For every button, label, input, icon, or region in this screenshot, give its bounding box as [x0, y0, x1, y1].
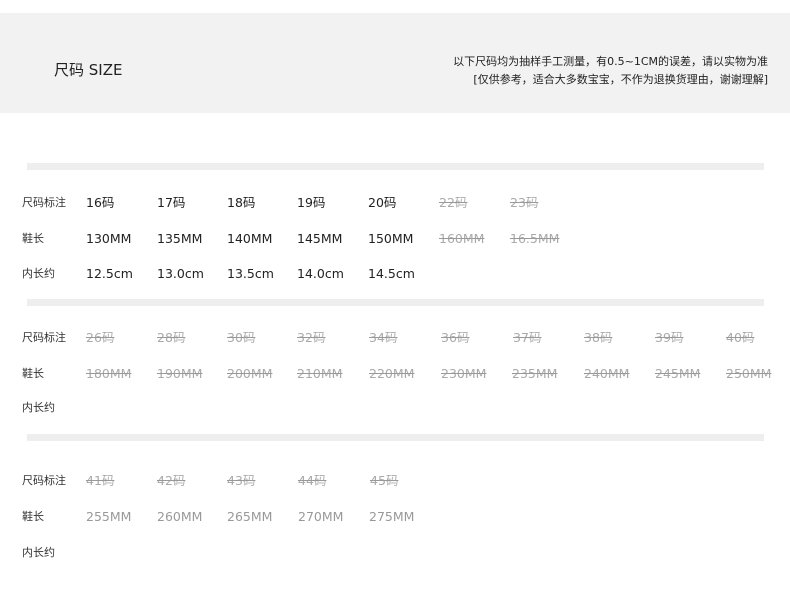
length-cell: 210MM [297, 366, 343, 381]
size-cell: 23码 [510, 195, 539, 210]
row-label: 鞋长 [22, 367, 44, 380]
length-cell: 180MM [86, 366, 132, 381]
note-line-2: [仅供参考，适合大多数宝宝，不作为退换货理由，谢谢理解] [473, 73, 768, 86]
size-cell: 18码 [227, 195, 256, 210]
row-label: 内长约 [22, 267, 55, 280]
size-row: 尺码标注 16码 17码 18码 19码 20码 22码 23码 [0, 192, 790, 214]
size-cell: 30码 [227, 330, 256, 345]
inner-length-row: 内长约 [0, 542, 790, 564]
length-cell: 140MM [227, 231, 273, 246]
size-cell: 43码 [227, 473, 256, 488]
length-cell: 270MM [298, 509, 344, 524]
page-header: 尺码 SIZE 以下尺码均为抽样手工测量，有0.5~1CM的误差，请以实物为准 … [0, 13, 790, 113]
length-cell: 190MM [157, 366, 203, 381]
length-cell: 230MM [441, 366, 487, 381]
row-label: 鞋长 [22, 510, 44, 523]
measurement-note: 以下尺码均为抽样手工测量，有0.5~1CM的误差，请以实物为准 [仅供参考，适合… [453, 53, 768, 89]
length-cell: 150MM [368, 231, 414, 246]
inner-cell: 12.5cm [86, 266, 133, 281]
size-cell: 38码 [584, 330, 613, 345]
length-row: 鞋长 255MM 260MM 265MM 270MM 275MM [0, 506, 790, 528]
size-cell: 44码 [298, 473, 327, 488]
size-cell: 40码 [726, 330, 755, 345]
size-cell: 22码 [439, 195, 468, 210]
row-label: 尺码标注 [22, 196, 66, 209]
size-cell: 26码 [86, 330, 115, 345]
row-label: 鞋长 [22, 232, 44, 245]
size-cell: 36码 [441, 330, 470, 345]
length-cell: 275MM [369, 509, 415, 524]
length-cell: 265MM [227, 509, 273, 524]
size-cell: 17码 [157, 195, 186, 210]
inner-cell: 14.0cm [297, 266, 344, 281]
size-row: 尺码标注 41码 42码 43码 44码 45码 [0, 470, 790, 492]
section-divider [27, 163, 764, 170]
size-cell: 20码 [368, 195, 397, 210]
row-label: 尺码标注 [22, 331, 66, 344]
size-cell: 39码 [655, 330, 684, 345]
size-cell: 34码 [369, 330, 398, 345]
section-divider [27, 434, 764, 441]
length-cell: 130MM [86, 231, 132, 246]
size-cell: 16码 [86, 195, 115, 210]
size-cell: 32码 [297, 330, 326, 345]
page-title: 尺码 SIZE [54, 61, 123, 79]
size-cell: 37码 [513, 330, 542, 345]
note-line-1: 以下尺码均为抽样手工测量，有0.5~1CM的误差，请以实物为准 [453, 55, 768, 68]
length-cell: 235MM [512, 366, 558, 381]
size-cell: 45码 [370, 473, 399, 488]
length-cell: 260MM [157, 509, 203, 524]
inner-length-row: 内长约 12.5cm 13.0cm 13.5cm 14.0cm 14.5cm [0, 263, 790, 285]
size-cell: 42码 [157, 473, 186, 488]
length-cell: 135MM [157, 231, 203, 246]
length-cell: 255MM [86, 509, 132, 524]
length-cell: 220MM [369, 366, 415, 381]
length-cell: 200MM [227, 366, 273, 381]
row-label: 内长约 [22, 401, 55, 414]
size-cell: 41码 [86, 473, 115, 488]
row-label: 尺码标注 [22, 474, 66, 487]
length-cell: 245MM [655, 366, 701, 381]
length-row: 鞋长 130MM 135MM 140MM 145MM 150MM 160MM 1… [0, 228, 790, 250]
section-divider [27, 299, 764, 306]
size-row: 尺码标注 26码 28码 30码 32码 34码 36码 37码 38码 39码… [0, 327, 790, 349]
inner-cell: 13.0cm [157, 266, 204, 281]
length-cell: 16.5MM [510, 231, 560, 246]
length-cell: 145MM [297, 231, 343, 246]
length-cell: 160MM [439, 231, 485, 246]
length-row: 鞋长 180MM 190MM 200MM 210MM 220MM 230MM 2… [0, 363, 790, 385]
length-cell: 240MM [584, 366, 630, 381]
inner-cell: 14.5cm [368, 266, 415, 281]
row-label: 内长约 [22, 546, 55, 559]
size-cell: 19码 [297, 195, 326, 210]
inner-cell: 13.5cm [227, 266, 274, 281]
length-cell: 250MM [726, 366, 772, 381]
size-cell: 28码 [157, 330, 186, 345]
inner-length-row: 内长约 [0, 397, 790, 419]
